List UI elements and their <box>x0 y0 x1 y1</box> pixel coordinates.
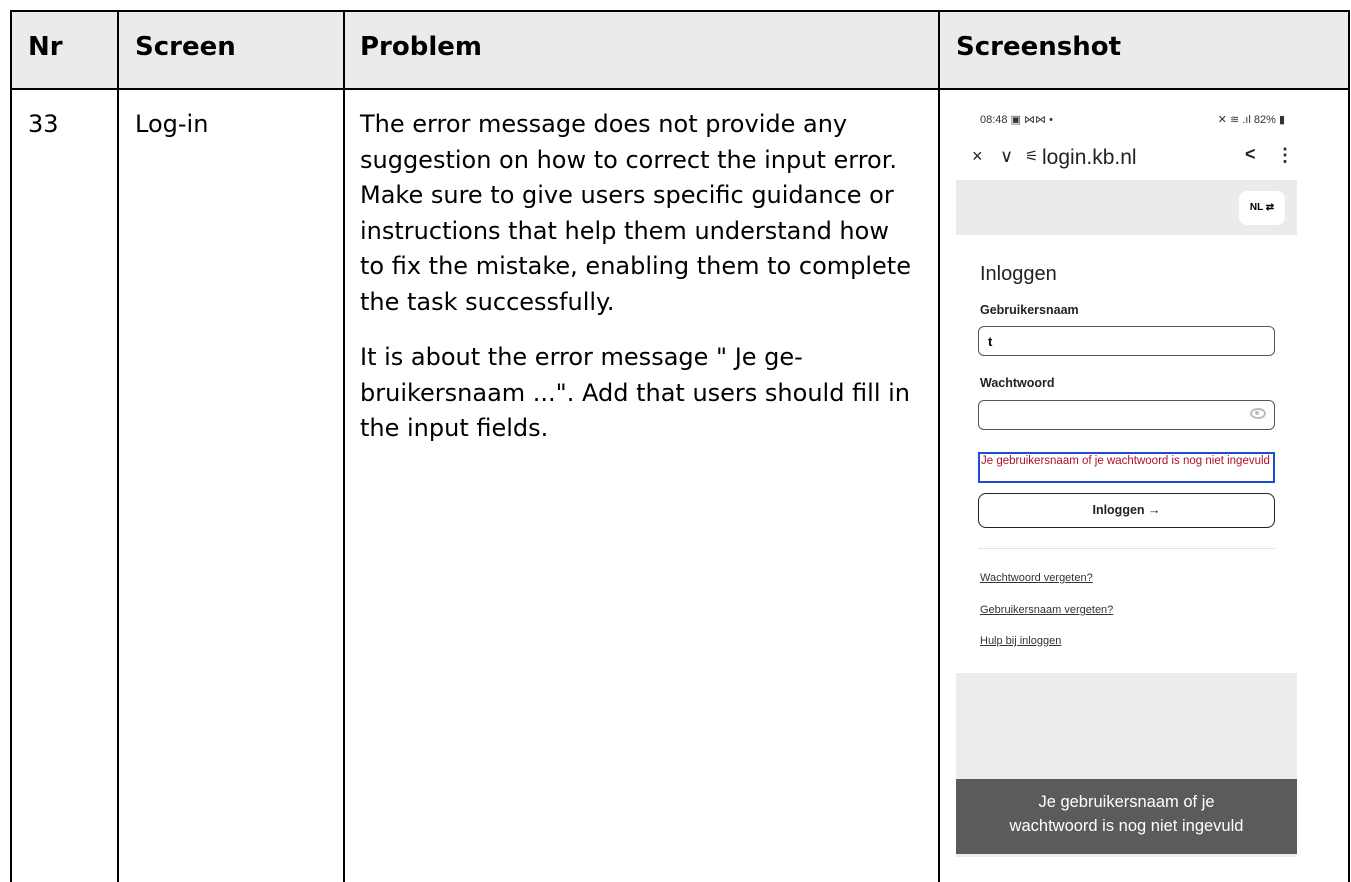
header-screenshot: Screenshot <box>956 32 1122 62</box>
table-border-right <box>1348 10 1350 882</box>
row-screen: Log-in <box>135 110 209 138</box>
forgot-username-link[interactable]: Gebruikersnaam vergeten? <box>980 604 1113 616</box>
column-divider <box>938 10 940 882</box>
share-icon[interactable]: < <box>1245 144 1256 165</box>
status-time: 08:48 <box>980 114 1008 126</box>
problem-paragraph: It is about the error message " Je ge-br… <box>360 343 911 442</box>
username-value: t <box>988 334 993 349</box>
site-settings-icon[interactable]: ⚟ <box>1025 147 1038 165</box>
forgot-password-link[interactable]: Wachtwoord vergeten? <box>980 572 1093 584</box>
phone-screenshot: 08:48 ▣ ⋈⋈ • ✕ ≋ .ıl 82% ▮ × ∨ ⚟ login.k… <box>956 100 1297 857</box>
header-problem: Problem <box>360 32 482 62</box>
signal-icons: ✕ ≋ .ıl <box>1217 114 1251 126</box>
browser-url-bar: × ∨ ⚟ login.kb.nl < ⋮ <box>956 140 1297 176</box>
login-help-link[interactable]: Hulp bij inloggen <box>980 635 1061 647</box>
column-divider <box>343 10 345 882</box>
status-bar: 08:48 ▣ ⋈⋈ • ✕ ≋ .ıl 82% ▮ <box>980 113 1285 126</box>
login-button[interactable]: Inloggen → <box>978 493 1275 528</box>
password-field[interactable] <box>978 400 1275 430</box>
divider <box>978 548 1275 549</box>
notification-icons: ▣ ⋈⋈ • <box>1010 114 1053 126</box>
header-nr: Nr <box>28 32 63 62</box>
url-text[interactable]: login.kb.nl <box>1042 146 1137 170</box>
error-message: Je gebruikersnaam of je wachtwoord is no… <box>978 452 1275 483</box>
table-border-left <box>10 10 12 882</box>
chevron-down-icon[interactable]: ∨ <box>1000 146 1013 167</box>
toast-line: wachtwoord is nog niet ingevuld <box>1009 817 1244 835</box>
table-border-top <box>10 10 1350 12</box>
header-screen: Screen <box>135 32 236 62</box>
language-button[interactable]: NL ⇄ <box>1239 191 1285 225</box>
status-right: ✕ ≋ .ıl 82% ▮ <box>1218 113 1285 126</box>
username-label: Gebruikersnaam <box>980 303 1079 317</box>
row-number: 33 <box>28 110 59 138</box>
username-field[interactable]: t <box>978 326 1275 356</box>
battery-level: 82% <box>1253 114 1276 126</box>
row-problem: The error message does not provide any s… <box>360 107 920 447</box>
column-divider <box>117 10 119 882</box>
toast-line: Je gebruikersnaam of je <box>1038 793 1215 811</box>
close-icon[interactable]: × <box>972 146 983 167</box>
eye-icon[interactable] <box>1250 408 1266 419</box>
password-label: Wachtwoord <box>980 376 1055 390</box>
table-header-divider <box>10 88 1350 90</box>
problem-paragraph: The error message does not provide any s… <box>360 110 911 316</box>
toast-message: Je gebruikersnaam of je wachtwoord is no… <box>956 779 1297 854</box>
menu-icon[interactable]: ⋮ <box>1276 145 1294 166</box>
login-title: Inloggen <box>980 263 1057 285</box>
battery-icon: ▮ <box>1278 114 1285 126</box>
